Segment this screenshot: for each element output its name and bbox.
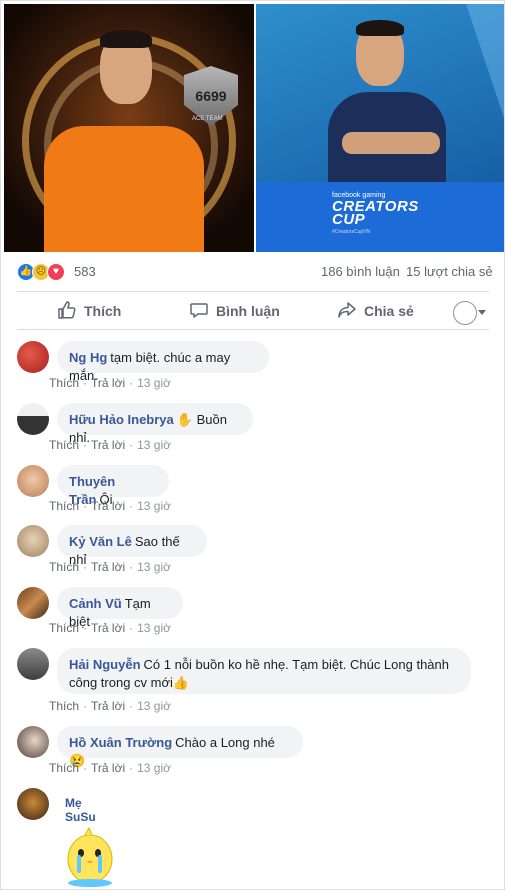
comment-label: Bình luận — [216, 303, 280, 319]
crying-chick-sticker[interactable] — [57, 823, 123, 889]
comment-time[interactable]: 13 giờ — [137, 699, 171, 713]
separator: · — [83, 438, 88, 452]
comments-count[interactable]: 186 bình luận — [321, 264, 400, 279]
comment-bubble: Hồ Xuân Trường Chào a Long nhé 😢 — [57, 726, 303, 768]
comment-header: Mẹ SuSu — [65, 796, 99, 824]
reaction-count[interactable]: 583 — [74, 264, 96, 279]
profile-selector-avatar[interactable] — [453, 301, 477, 325]
comment-time[interactable]: 13 giờ — [137, 560, 171, 574]
like-button[interactable]: Thích — [57, 300, 147, 324]
hashtag: #CreatorsCupVN — [332, 229, 371, 235]
comment-reply-link[interactable]: Trả lời — [91, 621, 125, 635]
comment-reply-link[interactable]: Trả lời — [91, 376, 125, 390]
comment-like-link[interactable]: Thích — [49, 560, 79, 574]
speech-bubble-icon — [190, 303, 208, 318]
share-label: Chia sẻ — [364, 303, 414, 319]
separator: · — [129, 560, 134, 574]
comment-bubble: Thuyên Trần Ôi — [57, 465, 169, 507]
comment-bubble: Kỷ Văn Lê Sao thế nhỉ — [57, 525, 207, 567]
share-arrow-icon — [338, 302, 356, 318]
comment-meta: Thích · Trả lời · 13 giờ — [49, 699, 171, 713]
comment-reply-link[interactable]: Trả lời — [91, 499, 125, 513]
comment-time[interactable]: 13 giờ — [137, 621, 171, 635]
comment-button[interactable]: Bình luận — [189, 300, 289, 324]
separator: · — [129, 376, 134, 390]
separator: · — [83, 376, 88, 390]
comment-author[interactable]: Ng Hg — [69, 350, 107, 365]
comment-author[interactable]: Kỷ Văn Lê — [69, 534, 132, 549]
person-hair — [100, 30, 152, 48]
share-button[interactable]: Chia sẻ — [337, 300, 427, 324]
avatar[interactable] — [17, 726, 49, 758]
comment-time[interactable]: 13 giờ — [137, 376, 171, 390]
badge-subtext: ACE TEAM — [192, 116, 223, 122]
shares-count[interactable]: 15 lượt chia sẻ — [406, 264, 493, 279]
comment-reply-link[interactable]: Trả lời — [91, 438, 125, 452]
comment-time[interactable]: 13 giờ — [137, 499, 171, 513]
comment-reply-link[interactable]: Trả lời — [91, 699, 125, 713]
avatar[interactable] — [17, 465, 49, 497]
comment-author[interactable]: Cảnh Vũ — [69, 596, 122, 611]
separator: · — [129, 699, 134, 713]
comment-meta: Thích · Trả lời · 13 giờ — [49, 761, 171, 775]
separator: · — [129, 438, 134, 452]
comment-meta: Thích · Trả lời · 13 giờ — [49, 499, 171, 513]
avatar[interactable] — [17, 525, 49, 557]
person-body — [44, 126, 204, 252]
person-hair — [356, 20, 404, 36]
comment-meta: Thích · Trả lời · 13 giờ — [49, 560, 171, 574]
divider — [17, 291, 489, 292]
comment-author[interactable]: Hữu Hảo Inebrya — [69, 412, 174, 427]
comment-like-link[interactable]: Thích — [49, 499, 79, 513]
post-stats: 👍 ☹ ♥ 583 186 bình luận 15 lượt chia sẻ — [1, 259, 504, 285]
avatar[interactable] — [17, 648, 49, 680]
separator: · — [129, 621, 134, 635]
avatar[interactable] — [17, 403, 49, 435]
separator: · — [83, 621, 88, 635]
separator: · — [83, 699, 88, 713]
comment-like-link[interactable]: Thích — [49, 699, 79, 713]
badge-text: 6699 — [195, 88, 227, 104]
comment-author[interactable]: Hồ Xuân Trường — [69, 735, 172, 750]
comment-time[interactable]: 13 giờ — [137, 761, 171, 775]
comment-like-link[interactable]: Thích — [49, 621, 79, 635]
separator: · — [129, 761, 134, 775]
avatar[interactable] — [17, 341, 49, 373]
chevron-down-icon[interactable] — [478, 310, 486, 315]
comment-meta: Thích · Trả lời · 13 giờ — [49, 376, 171, 390]
comment-bubble: Hữu Hảo Inebrya ✋ Buồn nhỉ. — [57, 403, 253, 445]
divider — [17, 329, 489, 330]
comment-author[interactable]: Mẹ SuSu — [65, 796, 96, 824]
avatar[interactable] — [17, 587, 49, 619]
creators-cup-title: CREATORS CUP — [332, 199, 419, 227]
comment-bubble: Ng Hg tạm biệt. chúc a may mắn. — [57, 341, 269, 383]
post-photos: 6699 ACE TEAM facebook gaming CREATORS C… — [4, 4, 504, 252]
love-reaction-icon[interactable]: ♥ — [47, 263, 65, 281]
separator: · — [83, 761, 88, 775]
like-label: Thích — [84, 303, 122, 319]
comment-reply-link[interactable]: Trả lời — [91, 560, 125, 574]
avatar[interactable] — [17, 788, 49, 820]
separator: · — [83, 560, 88, 574]
action-bar: Thích Bình luận Chia sẻ — [1, 295, 504, 329]
comment-like-link[interactable]: Thích — [49, 761, 79, 775]
separator: · — [83, 499, 88, 513]
facebook-post: 6699 ACE TEAM facebook gaming CREATORS C… — [0, 0, 505, 890]
separator: · — [129, 499, 134, 513]
comment-author[interactable]: Hải Nguyễn — [69, 657, 141, 672]
comment-meta: Thích · Trả lời · 13 giờ — [49, 621, 171, 635]
comment-reply-link[interactable]: Trả lời — [91, 761, 125, 775]
person-arms — [342, 132, 440, 154]
comment-meta: Thích · Trả lời · 13 giờ — [49, 438, 171, 452]
comment-like-link[interactable]: Thích — [49, 438, 79, 452]
thumbs-up-icon — [58, 301, 76, 319]
comment-bubble: Cảnh Vũ Tạm biệt — [57, 587, 183, 629]
comment-time[interactable]: 13 giờ — [137, 438, 171, 452]
photo-left[interactable]: 6699 ACE TEAM — [4, 4, 254, 252]
comment-like-link[interactable]: Thích — [49, 376, 79, 390]
comment-bubble: Hải Nguyễn Có 1 nỗi buồn ko hề nhẹ. Tạm b… — [57, 648, 471, 694]
